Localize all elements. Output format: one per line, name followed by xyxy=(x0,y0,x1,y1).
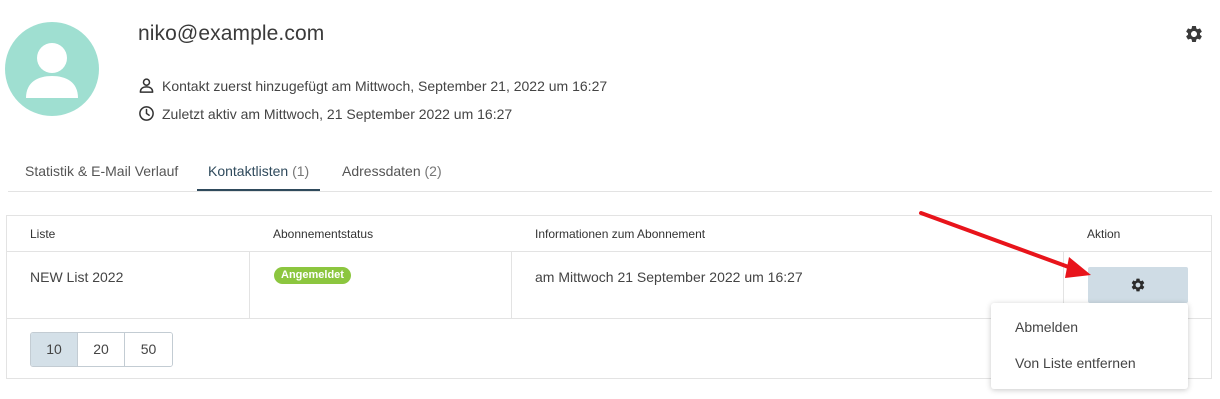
page-size-10-button[interactable]: 10 xyxy=(31,333,78,366)
tab-contact-lists[interactable]: Kontaktlisten (1) xyxy=(197,152,321,191)
tab-address-data[interactable]: Adressdaten (2) xyxy=(331,152,453,191)
contact-last-active-info: Zuletzt aktiv am Mittwoch, 21 September … xyxy=(138,105,512,122)
tab-label: Kontaktlisten xyxy=(208,163,289,179)
column-header-action: Aktion xyxy=(1087,227,1121,241)
contact-last-active-text: Zuletzt aktiv am Mittwoch, 21 September … xyxy=(162,105,513,122)
contact-settings-gear-icon[interactable] xyxy=(1184,24,1204,44)
person-icon xyxy=(139,78,154,93)
menu-item-remove-from-list[interactable]: Von Liste entfernen xyxy=(991,345,1188,381)
contact-email: niko@example.com xyxy=(138,22,325,45)
page-size-20-button[interactable]: 20 xyxy=(78,333,125,366)
user-silhouette-icon xyxy=(26,43,78,98)
gear-icon xyxy=(1131,278,1145,292)
avatar xyxy=(5,22,99,116)
tab-count: (2) xyxy=(424,163,442,179)
contact-added-info: Kontakt zuerst hinzugefügt am Mittwoch, … xyxy=(138,77,607,94)
tab-count: (1) xyxy=(292,163,310,179)
column-divider xyxy=(511,252,512,318)
table-header: Liste Abonnementstatus Informationen zum… xyxy=(7,216,1211,252)
subscription-info-cell: am Mittwoch 21 September 2022 um 16:27 xyxy=(535,269,803,285)
page-size-selector: 10 20 50 xyxy=(30,332,173,367)
column-divider xyxy=(249,252,250,318)
status-badge: Angemeldet xyxy=(274,267,351,284)
column-header-info: Informationen zum Abonnement xyxy=(535,227,706,241)
page-size-50-button[interactable]: 50 xyxy=(125,333,172,366)
row-action-button[interactable] xyxy=(1088,267,1188,303)
tab-label: Adressdaten xyxy=(342,163,421,179)
contact-added-text: Kontakt zuerst hinzugefügt am Mittwoch, … xyxy=(162,77,608,94)
menu-item-unsubscribe[interactable]: Abmelden xyxy=(991,309,1188,345)
column-header-list: Liste xyxy=(30,227,56,241)
column-header-status: Abonnementstatus xyxy=(273,227,374,241)
tab-label: Statistik & E-Mail Verlauf xyxy=(25,163,179,179)
clock-icon xyxy=(139,106,154,121)
action-dropdown-menu: Abmelden Von Liste entfernen xyxy=(991,303,1188,389)
list-name-cell: NEW List 2022 xyxy=(30,269,124,285)
tab-statistics[interactable]: Statistik & E-Mail Verlauf xyxy=(14,152,189,191)
tab-bar: Statistik & E-Mail Verlauf Kontaktlisten… xyxy=(8,152,1212,192)
